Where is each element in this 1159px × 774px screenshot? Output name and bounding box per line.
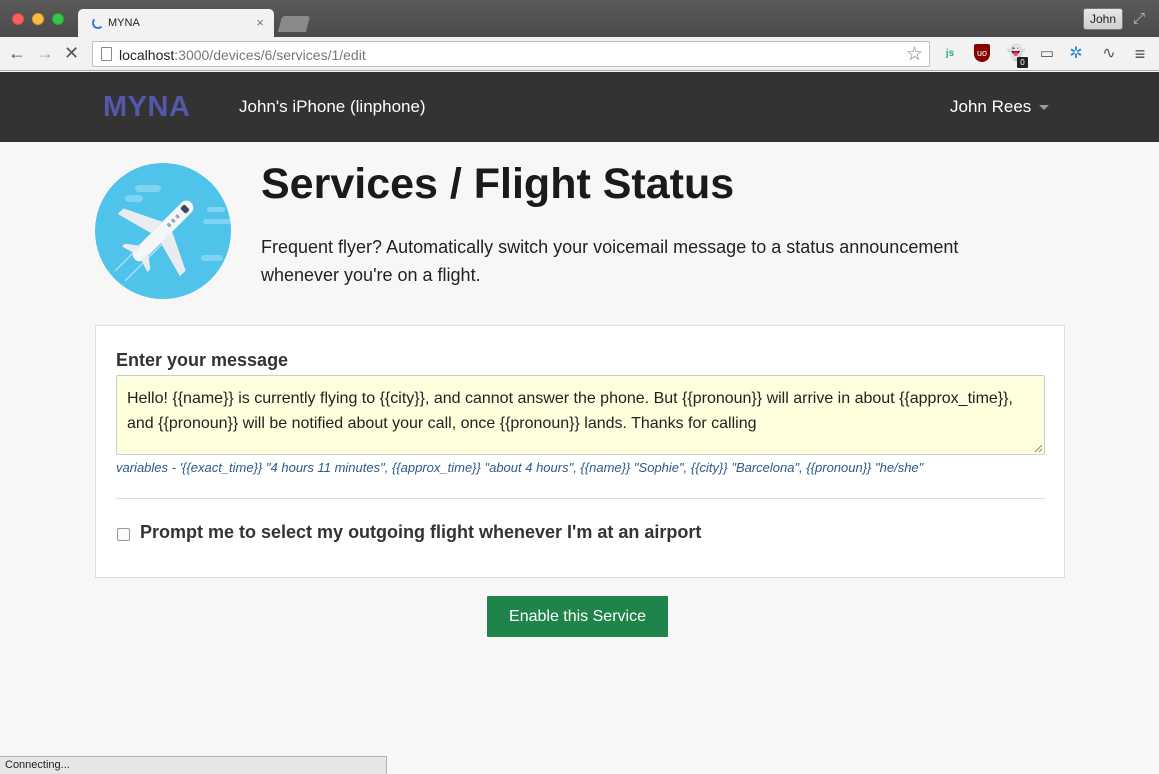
service-description: Frequent flyer? Automatically switch you… [261, 237, 959, 285]
stop-loading-icon[interactable]: ✕ [64, 43, 79, 63]
close-window-button[interactable] [12, 13, 24, 25]
cast-icon[interactable]: ▭ [1037, 44, 1057, 64]
enable-service-button[interactable]: Enable this Service [487, 596, 668, 637]
user-menu-dropdown[interactable]: John Rees [950, 97, 1050, 117]
browser-tab-bar: MYNA × John ⤢ [0, 0, 1159, 37]
tab-close-icon[interactable]: × [256, 15, 264, 30]
divider [116, 498, 1045, 499]
forward-arrow-icon[interactable]: → [36, 43, 54, 63]
airplane-icon [95, 163, 231, 299]
brand-logo[interactable]: MYNA [103, 91, 190, 124]
user-name: John Rees [950, 97, 1032, 116]
maximize-window-button[interactable] [52, 13, 64, 25]
page-title: Services / Flight Status [261, 160, 735, 208]
pulse-extension-icon[interactable]: ∿ [1098, 44, 1120, 64]
tab-title: MYNA [108, 17, 140, 29]
variables-help-text: variables - '{{exact_time}} "4 hours 11 … [116, 460, 924, 475]
app-navbar: MYNA John's iPhone (linphone) John Rees [0, 72, 1159, 142]
browser-status-bar: Connecting... [0, 756, 387, 774]
browser-tab[interactable]: MYNA × [78, 9, 274, 37]
menu-icon[interactable]: ≡ [1131, 44, 1149, 64]
loading-spinner-icon [92, 17, 104, 29]
service-form-panel: Enter your message Hello! {{name}} is cu… [95, 325, 1065, 578]
browser-toolbar: ← → ✕ localhost:3000/devices/6/services/… [0, 37, 1159, 71]
bookmark-star-icon[interactable]: ☆ [906, 43, 923, 66]
airport-prompt-label[interactable]: Prompt me to select my outgoing flight w… [140, 522, 701, 543]
new-tab-button[interactable] [277, 16, 311, 32]
ublock-extension-icon[interactable]: uo [974, 44, 990, 62]
address-bar[interactable]: localhost:3000/devices/6/services/1/edit… [92, 41, 930, 67]
caret-down-icon [1039, 105, 1050, 111]
js-extension-icon[interactable]: js [940, 44, 960, 64]
url-text: localhost:3000/devices/6/services/1/edit [119, 47, 366, 63]
ghostery-badge: 0 [1017, 57, 1028, 68]
resize-grip-icon[interactable] [1033, 443, 1043, 453]
minimize-window-button[interactable] [32, 13, 44, 25]
airport-prompt-checkbox[interactable] [117, 528, 130, 541]
back-arrow-icon[interactable]: ← [8, 43, 26, 63]
page-icon [101, 47, 112, 61]
message-label: Enter your message [116, 350, 289, 370]
fullscreen-icon[interactable]: ⤢ [1133, 10, 1145, 27]
device-name-link[interactable]: John's iPhone (linphone) [239, 97, 426, 117]
profile-button[interactable]: John [1083, 8, 1123, 30]
message-textarea[interactable]: Hello! {{name}} is currently flying to {… [116, 375, 1045, 455]
network-extension-icon[interactable]: ✲ [1066, 44, 1086, 64]
